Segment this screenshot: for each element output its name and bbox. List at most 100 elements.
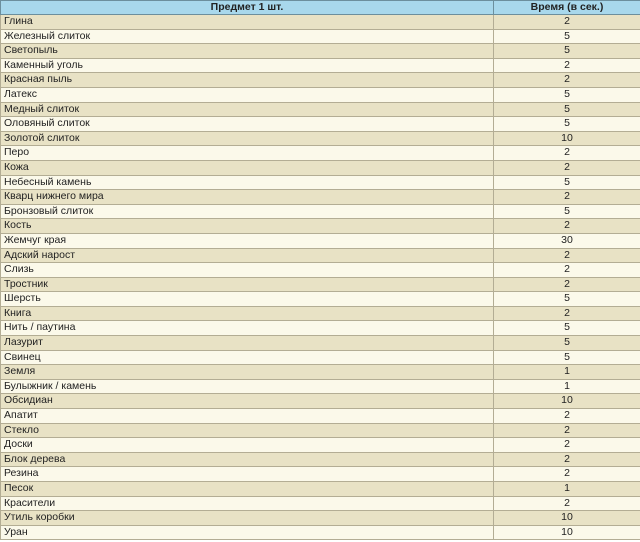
table-row: Шерсть 5 xyxy=(0,291,640,307)
item-cell: Медный слиток xyxy=(0,101,494,118)
time-cell: 2 xyxy=(493,145,640,161)
table-row: Небесный камень 5 xyxy=(0,174,640,191)
item-cell: Железный слиток xyxy=(0,28,494,45)
time-cell: 2 xyxy=(493,218,640,234)
table-row: Уран 10 xyxy=(0,524,640,541)
table-row: Красная пыль 2 xyxy=(0,72,640,88)
item-cell: Кожа xyxy=(0,159,494,176)
item-cell: Золотой слиток xyxy=(0,130,494,147)
item-cell: Обсидиан xyxy=(0,393,494,410)
item-cell: Свинец xyxy=(0,349,494,366)
item-cell: Бронзовый слиток xyxy=(0,203,494,220)
time-cell: 2 xyxy=(493,305,640,322)
time-cell: 5 xyxy=(493,203,640,220)
time-cell: 5 xyxy=(493,174,640,191)
item-cell: Уран xyxy=(0,524,494,541)
item-cell: Красители xyxy=(0,495,494,512)
header-item: Предмет 1 шт. xyxy=(0,0,494,15)
time-cell: 10 xyxy=(493,393,640,410)
table-row: Каменный уголь 2 xyxy=(0,57,640,74)
time-cell: 2 xyxy=(493,189,640,205)
time-cell: 2 xyxy=(493,159,640,176)
time-cell: 2 xyxy=(493,422,640,439)
table-row: Свинец 5 xyxy=(0,349,640,366)
time-cell: 2 xyxy=(493,495,640,512)
table-row: Доски 2 xyxy=(0,437,640,453)
time-cell: 5 xyxy=(493,43,640,59)
item-cell: Оловяный слиток xyxy=(0,116,494,132)
table-row: Обсидиан 10 xyxy=(0,393,640,410)
item-cell: Земля xyxy=(0,364,494,380)
time-cell: 1 xyxy=(493,481,640,497)
time-cell: 2 xyxy=(493,262,640,278)
time-cell: 2 xyxy=(493,72,640,88)
time-cell: 30 xyxy=(493,232,640,249)
table-row: Кость 2 xyxy=(0,218,640,234)
time-cell: 5 xyxy=(493,349,640,366)
crafting-time-table: Предмет 1 шт. Время (в сек.) Глина 2 Желез… xyxy=(0,0,640,541)
item-cell: Глина xyxy=(0,14,494,30)
table-row: Нить / паутина 5 xyxy=(0,320,640,337)
time-cell: 5 xyxy=(493,28,640,45)
table-body: Глина 2 Железный слиток 5 Светопыль 5 Каменный… xyxy=(0,14,640,541)
table-row: Адский нарост 2 xyxy=(0,247,640,264)
table-row: Оловяный слиток 5 xyxy=(0,116,640,132)
time-cell: 5 xyxy=(493,335,640,351)
table-row: Песок 1 xyxy=(0,481,640,497)
table-row: Перо 2 xyxy=(0,145,640,161)
item-cell: Латекс xyxy=(0,86,494,103)
table-row: Апатит 2 xyxy=(0,408,640,424)
table-row: Булыжник / камень 1 xyxy=(0,378,640,395)
time-cell: 2 xyxy=(493,408,640,424)
table-row: Слизь 2 xyxy=(0,262,640,278)
item-cell: Небесный камень xyxy=(0,174,494,191)
table-row: Стекло 2 xyxy=(0,422,640,439)
table-row: Тростник 2 xyxy=(0,276,640,293)
time-cell: 5 xyxy=(493,101,640,118)
item-cell: Слизь xyxy=(0,262,494,278)
table-row: Светопыль 5 xyxy=(0,43,640,59)
item-cell: Апатит xyxy=(0,408,494,424)
item-cell: Книга xyxy=(0,305,494,322)
item-cell: Песок xyxy=(0,481,494,497)
time-cell: 1 xyxy=(493,364,640,380)
item-cell: Резина xyxy=(0,466,494,482)
table-row: Резина 2 xyxy=(0,466,640,482)
item-cell: Красная пыль xyxy=(0,72,494,88)
item-cell: Стекло xyxy=(0,422,494,439)
item-cell: Каменный уголь xyxy=(0,57,494,74)
item-cell: Лазурит xyxy=(0,335,494,351)
time-cell: 5 xyxy=(493,320,640,337)
item-cell: Кость xyxy=(0,218,494,234)
table-row: Земля 1 xyxy=(0,364,640,380)
time-cell: 2 xyxy=(493,57,640,74)
item-cell: Адский нарост xyxy=(0,247,494,264)
time-cell: 10 xyxy=(493,130,640,147)
item-cell: Кварц нижнего мира xyxy=(0,189,494,205)
time-cell: 2 xyxy=(493,247,640,264)
table-row: Кварц нижнего мира 2 xyxy=(0,189,640,205)
time-cell: 1 xyxy=(493,378,640,395)
time-cell: 2 xyxy=(493,451,640,468)
item-cell: Булыжник / камень xyxy=(0,378,494,395)
table-row: Железный слиток 5 xyxy=(0,28,640,45)
time-cell: 2 xyxy=(493,276,640,293)
header-time: Время (в сек.) xyxy=(493,0,640,15)
item-cell: Шерсть xyxy=(0,291,494,307)
time-cell: 2 xyxy=(493,437,640,453)
item-cell: Доски xyxy=(0,437,494,453)
time-cell: 5 xyxy=(493,116,640,132)
table-row: Глина 2 xyxy=(0,14,640,30)
time-cell: 2 xyxy=(493,466,640,482)
table-row: Красители 2 xyxy=(0,495,640,512)
time-cell: 5 xyxy=(493,291,640,307)
table-row: Кожа 2 xyxy=(0,159,640,176)
table-row: Блок дерева 2 xyxy=(0,451,640,468)
item-cell: Нить / паутина xyxy=(0,320,494,337)
time-cell: 5 xyxy=(493,86,640,103)
item-cell: Перо xyxy=(0,145,494,161)
table-row: Бронзовый слиток 5 xyxy=(0,203,640,220)
time-cell: 10 xyxy=(493,510,640,526)
table-row: Жемчуг края 30 xyxy=(0,232,640,249)
time-cell: 2 xyxy=(493,14,640,30)
